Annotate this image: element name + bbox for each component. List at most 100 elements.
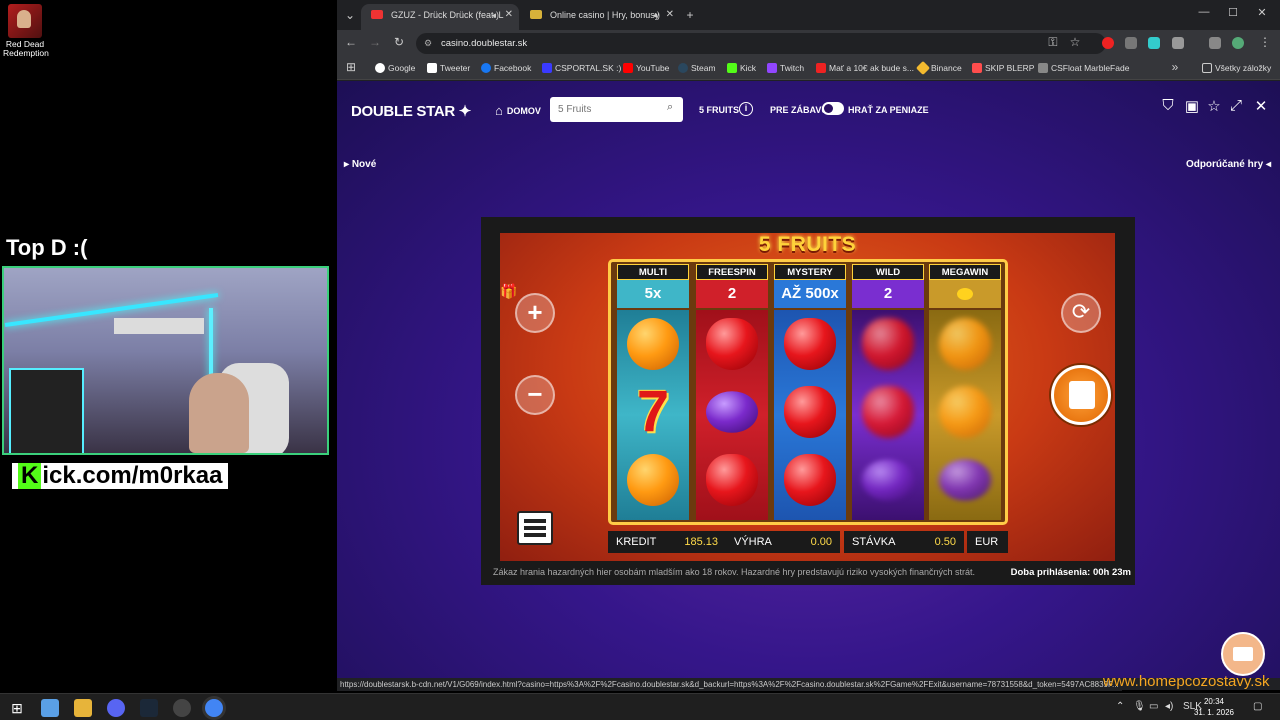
reload-icon[interactable]: ↻ xyxy=(391,35,407,49)
new-games-toggle[interactable]: ▸ Nové xyxy=(344,159,376,170)
bookmark-csfloat[interactable]: CSFloat MarbleFade xyxy=(1038,61,1129,75)
menu-dots-icon[interactable]: ⋮ xyxy=(1257,35,1273,49)
info-icon[interactable]: i xyxy=(739,102,753,116)
notifications-icon[interactable]: ▢ xyxy=(1253,701,1262,712)
discord-icon[interactable] xyxy=(107,699,125,717)
pc-case xyxy=(9,368,84,453)
reel-feature-name: MULTI xyxy=(617,264,689,280)
extension-icon[interactable] xyxy=(1102,37,1114,49)
steam-icon[interactable] xyxy=(140,699,158,717)
url-field[interactable]: ⚙ casino.doublestar.sk xyxy=(416,33,1106,54)
bookmark-binance[interactable]: Binance xyxy=(915,60,962,76)
tab-gzuz[interactable]: GZUZ - Drück Drück (feat. L ◂) ✕ xyxy=(361,4,519,30)
recommended-games-toggle[interactable]: Odporúčané hry ◂ xyxy=(1186,159,1271,170)
streamer xyxy=(189,373,249,453)
bookmark-youtube[interactable]: YouTube xyxy=(623,61,669,75)
reel-strip xyxy=(929,310,1001,520)
network-icon[interactable]: ▭ xyxy=(1149,701,1158,712)
extension-icon[interactable] xyxy=(1148,37,1160,49)
webcam-feed xyxy=(2,266,329,455)
widgets-icon[interactable] xyxy=(41,699,59,717)
game-menu-button[interactable] xyxy=(517,511,553,545)
bet-decrease-button[interactable]: − xyxy=(515,375,555,415)
volume-icon[interactable]: ◂) xyxy=(1165,701,1173,712)
bookmark-bet[interactable]: Mať a 10€ ak bude s... xyxy=(816,61,914,75)
bookmark-star-icon[interactable]: ☆ xyxy=(1067,35,1083,49)
favorite-star-icon[interactable]: ☆ xyxy=(1205,97,1223,115)
extension-icon[interactable] xyxy=(1125,37,1137,49)
fullscreen-icon[interactable]: ⤢ xyxy=(1227,97,1245,114)
tray-overflow-icon[interactable]: ⌃ xyxy=(1116,701,1124,712)
start-icon[interactable]: ⊞ xyxy=(8,699,26,717)
obs-icon[interactable] xyxy=(173,699,191,717)
back-icon[interactable]: ← xyxy=(343,35,359,49)
forward-icon[interactable]: → xyxy=(367,35,383,49)
browser-window: ⌄ GZUZ - Drück Drück (feat. L ◂) ✕ Onlin… xyxy=(337,0,1280,691)
reel-freespin: FREESPIN 2 xyxy=(696,264,768,520)
clock[interactable]: 20:34 31. 1. 2026 xyxy=(1194,696,1234,718)
reel-feature-name: MYSTERY xyxy=(774,264,846,280)
close-game-icon[interactable]: ✕ xyxy=(1252,97,1270,115)
search-icon[interactable]: ⌕ xyxy=(667,101,673,114)
bookmark-tweeter[interactable]: Tweeter xyxy=(427,61,470,75)
game-search-input[interactable] xyxy=(550,97,683,122)
file-explorer-icon[interactable] xyxy=(74,699,92,717)
casino-page: DOUBLE STAR ✦ ⌂DOMOV ⌕ 5 FRUITS i PRE ZÁ… xyxy=(337,81,1280,678)
shield-icon[interactable]: ⛉ xyxy=(1159,97,1177,114)
maximize-icon[interactable]: ☐ xyxy=(1223,6,1243,19)
mode-toggle[interactable] xyxy=(822,102,844,115)
tab-casino[interactable]: Online casino | Hry, bonusy ◂) ✕ xyxy=(520,4,680,30)
tab-list-icon[interactable] xyxy=(1209,37,1221,49)
gift-icon[interactable]: 🎁 xyxy=(500,283,517,300)
spin-button[interactable] xyxy=(1051,365,1111,425)
doublestar-logo[interactable]: DOUBLE STAR ✦ xyxy=(351,102,471,120)
puzzle-icon[interactable] xyxy=(1172,37,1184,49)
chrome-icon[interactable] xyxy=(205,699,223,717)
game-status-bar: KREDIT 185.13 VÝHRA 0.00 STÁVKA 0.50 EUR xyxy=(608,531,1008,553)
game-frame: 5 FRUITS 🎁 + − ⟳ MULTI 5x 7 FREESPIN 2 MYSTER… xyxy=(481,217,1135,585)
stream-title: Top D :( xyxy=(6,235,88,260)
new-tab-icon[interactable]: + xyxy=(681,6,699,24)
bookmark-twitch[interactable]: Twitch xyxy=(767,61,804,75)
youtube-icon xyxy=(371,10,383,19)
all-bookmarks-folder[interactable]: Všetky záložky xyxy=(1202,61,1271,75)
reel-feature-name: MEGAWIN xyxy=(929,264,1001,280)
bookmark-kick[interactable]: Kick xyxy=(727,61,756,75)
mic-icon[interactable]: 🎙 xyxy=(1133,701,1146,712)
bookmark-google[interactable]: Google xyxy=(375,61,415,75)
close-window-icon[interactable]: ✕ xyxy=(1252,6,1272,19)
site-info-icon[interactable]: ⚙ xyxy=(424,33,432,54)
session-timer: Doba prihlásenia: 00h 23m xyxy=(1010,567,1131,578)
bookmark-steam[interactable]: Steam xyxy=(678,61,716,75)
reel-wild: WILD 2 xyxy=(852,264,924,520)
tab-search-icon[interactable]: ⌄ xyxy=(341,6,359,24)
close-tab-icon[interactable]: ✕ xyxy=(505,4,513,26)
home-link[interactable]: ⌂ DOMOV xyxy=(495,103,541,118)
contact-button[interactable] xyxy=(1221,632,1265,676)
game-title: 5 FRUITS xyxy=(758,233,857,256)
reel-feature-name: FREESPIN xyxy=(696,264,768,280)
reels-frame: MULTI 5x 7 FREESPIN 2 MYSTERY AŽ 500x WILD 2 MEGA… xyxy=(608,259,1008,525)
close-tab-icon[interactable]: ✕ xyxy=(666,4,674,26)
minimize-icon[interactable]: — xyxy=(1194,6,1214,18)
reel-feature-value: AŽ 500x xyxy=(774,280,846,308)
tab-bar: ⌄ GZUZ - Drück Drück (feat. L ◂) ✕ Onlin… xyxy=(337,0,1280,30)
speaker-icon[interactable]: ◂) xyxy=(652,4,660,26)
autoplay-button[interactable]: ⟳ xyxy=(1061,293,1101,333)
bookmark-csportal[interactable]: CSPORTAL.SK :) xyxy=(542,61,621,75)
bookmark-facebook[interactable]: Facebook xyxy=(481,61,531,75)
apps-grid-icon[interactable]: ⊞ xyxy=(343,60,359,74)
age-disclaimer: Zákaz hrania hazardných hier osobám mlad… xyxy=(493,567,976,577)
mode-money-label: HRAŤ ZA PENIAZE xyxy=(848,105,929,115)
reel-strip xyxy=(852,310,924,520)
bookmark-skip-blerp[interactable]: SKIP BLERP xyxy=(972,61,1034,75)
red-dead-redemption-shortcut[interactable]: Red Dead Redemption xyxy=(3,4,49,58)
reel-feature-name: WILD xyxy=(852,264,924,280)
speaker-icon[interactable]: ◂) xyxy=(491,4,499,26)
reel-strip: 7 xyxy=(617,310,689,520)
bet-increase-button[interactable]: + xyxy=(515,293,555,333)
wallet-icon[interactable]: ▣ xyxy=(1183,97,1201,115)
profile-avatar[interactable] xyxy=(1232,37,1244,49)
password-key-icon[interactable]: ⚿ xyxy=(1045,35,1061,50)
chevron-right-icon[interactable]: » xyxy=(1167,60,1183,74)
